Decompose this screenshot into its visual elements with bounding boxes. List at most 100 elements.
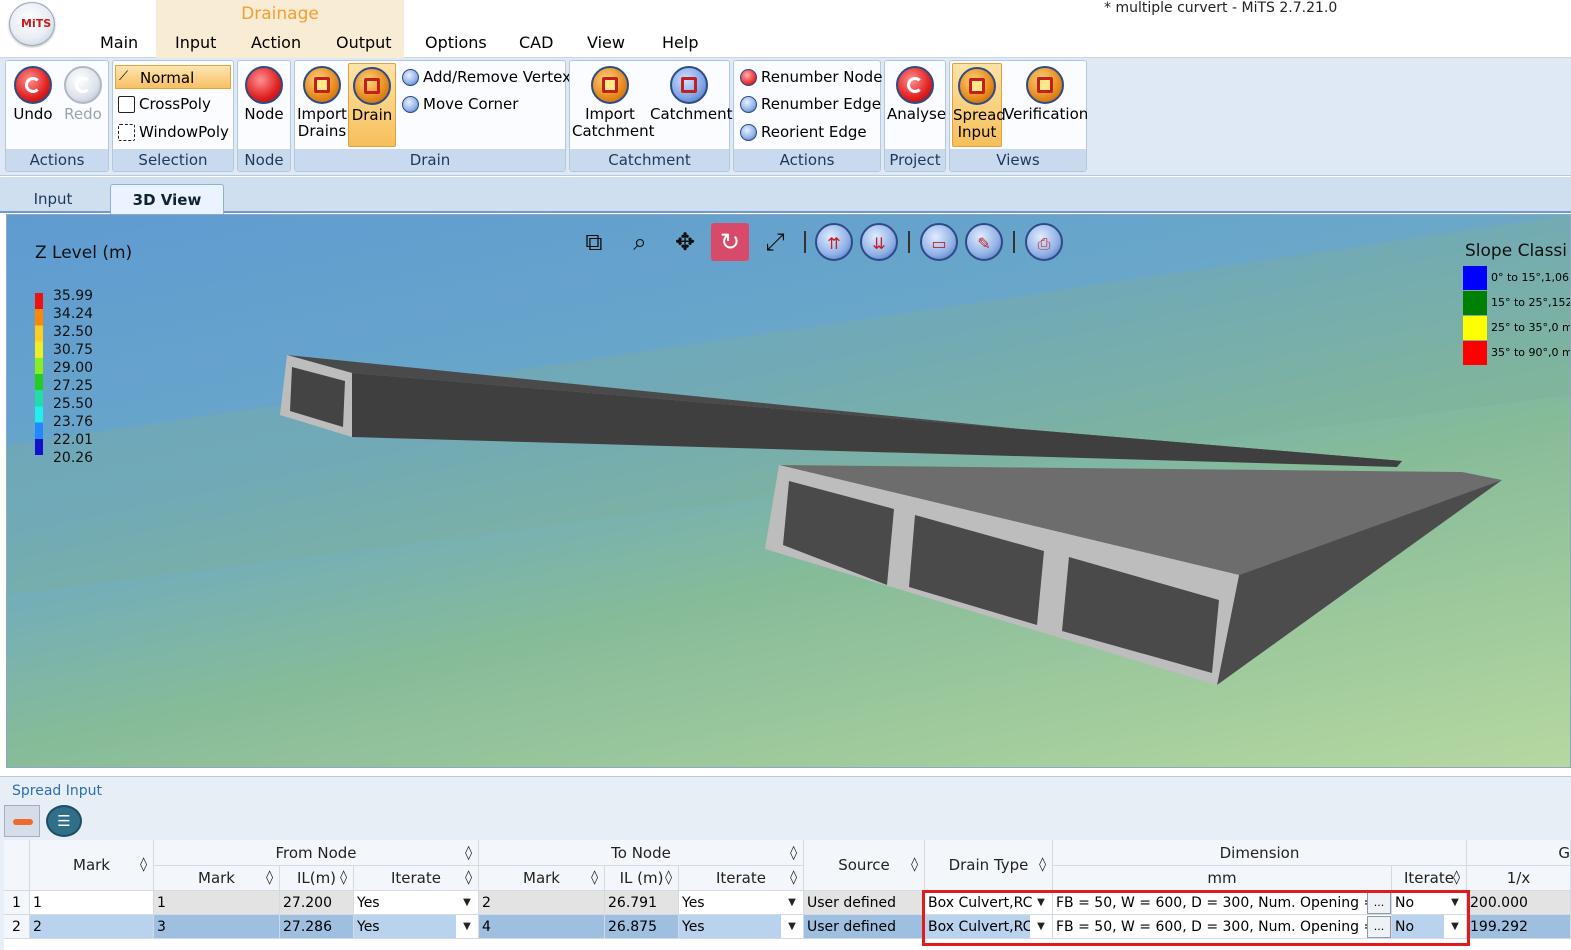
raise-terrain-icon[interactable]: ⇈: [815, 223, 853, 261]
col-header-from-mark[interactable]: Mark ◊: [154, 866, 280, 891]
ellipsis-button[interactable]: ...: [1367, 892, 1391, 914]
group-selection: ⟋ Normal CrossPoly WindowPoly Selection: [112, 60, 234, 172]
col-header-dimension[interactable]: Dimension: [1053, 840, 1467, 866]
col-header-g[interactable]: G: [1467, 840, 1571, 866]
cell-dim-iterate[interactable]: No ▼: [1392, 891, 1467, 915]
cell-drain-type[interactable]: Box Culvert,RC ▼: [925, 915, 1053, 939]
cell-source[interactable]: User defined: [804, 915, 925, 939]
app-logo[interactable]: MiTS: [9, 2, 55, 46]
import-drains-button[interactable]: Import Drains: [297, 63, 347, 147]
catchment-button[interactable]: Catchment: [650, 63, 733, 147]
windowpoly-button[interactable]: WindowPoly: [115, 120, 229, 144]
cell-from-mark[interactable]: 3: [154, 915, 280, 939]
cell-from-iterate[interactable]: Yes ▼: [354, 915, 479, 939]
renumber-node-button[interactable]: Renumber Node: [737, 65, 882, 89]
slope-legend-row: 25° to 35°,0 m: [1463, 316, 1570, 340]
menu-cad[interactable]: CAD: [519, 33, 553, 52]
cell-to-il[interactable]: 26.875: [605, 915, 679, 939]
col-header-source[interactable]: Source ◊: [804, 840, 925, 891]
cell-to-mark[interactable]: 2: [479, 891, 605, 915]
verification-button[interactable]: Verification: [1004, 63, 1088, 147]
dropdown-arrow-icon: ▼: [456, 915, 478, 938]
menu-action[interactable]: Action: [251, 33, 301, 52]
cell-g[interactable]: 199.292: [1467, 915, 1571, 939]
cell-g[interactable]: 200.000: [1467, 891, 1571, 915]
rotate-icon[interactable]: ↻: [711, 223, 749, 261]
ellipsis-button[interactable]: ...: [1367, 916, 1391, 938]
group-label-drain: Drain: [295, 149, 565, 171]
cell-dim-iterate[interactable]: No ▼: [1392, 915, 1467, 939]
add-remove-vertex-button[interactable]: Add/Remove Vertex: [399, 65, 571, 89]
col-header-from-node[interactable]: From Node ◊: [154, 840, 479, 866]
print-view-icon[interactable]: ⎙: [1025, 223, 1063, 261]
redo-button[interactable]: Redo: [59, 63, 107, 147]
row-number[interactable]: 2: [4, 915, 30, 939]
box-view-icon[interactable]: ▭: [920, 223, 958, 261]
col-header-to-node[interactable]: To Node ◊: [479, 840, 804, 866]
col-header-to-iterate[interactable]: Iterate ◊: [679, 866, 804, 891]
cell-dimension[interactable]: FB = 50, W = 600, D = 300, Num. Opening …: [1053, 915, 1392, 939]
row-number[interactable]: 1: [4, 891, 30, 915]
crosspoly-button[interactable]: CrossPoly: [115, 92, 211, 116]
edit-view-icon[interactable]: ✎: [965, 223, 1003, 261]
renumber-edge-button[interactable]: Renumber Edge: [737, 92, 881, 116]
menu-output[interactable]: Output: [336, 33, 392, 52]
tab-3d-view[interactable]: 3D View: [110, 184, 224, 214]
slope-label: 35° to 90°,0 m: [1491, 346, 1571, 359]
remove-row-button[interactable]: [4, 805, 40, 837]
col-header-from-il[interactable]: IL(m) ◊: [280, 866, 354, 891]
z-level-label: 35.99: [53, 288, 94, 304]
lower-terrain-icon[interactable]: ⇊: [860, 223, 898, 261]
menu-view[interactable]: View: [587, 33, 625, 52]
menu-input[interactable]: Input: [175, 33, 216, 52]
col-header-drain-type[interactable]: Drain Type ◊: [925, 840, 1053, 891]
cell-from-iterate[interactable]: Yes ▼: [354, 891, 479, 915]
3d-viewport[interactable]: Z Level (m) 35.99 34.24 32.50 30.75 29.0…: [6, 214, 1571, 768]
col-header-dim-iterate[interactable]: Iterate ◊: [1392, 866, 1467, 891]
col-header-mark[interactable]: Mark ◊: [30, 840, 154, 891]
col-header-from-iterate[interactable]: Iterate ◊: [354, 866, 479, 891]
cell-from-il[interactable]: 27.286: [280, 915, 354, 939]
move-corner-button[interactable]: Move Corner: [399, 92, 518, 116]
reorient-edge-button[interactable]: Reorient Edge: [737, 120, 867, 144]
spread-input-button[interactable]: Spread Input: [952, 63, 1006, 147]
import-catchment-button[interactable]: Import Catchment: [572, 63, 655, 147]
col-header-one-over-x: 1/x: [1467, 866, 1571, 891]
cell-to-iterate[interactable]: Yes ▼: [679, 891, 804, 915]
slope-label: 15° to 25°,152 r: [1491, 296, 1571, 309]
group-label-actions2: Actions: [734, 149, 880, 171]
cell-dimension[interactable]: FB = 50, W = 600, D = 300, Num. Opening …: [1053, 891, 1392, 915]
node-button[interactable]: Node: [240, 63, 288, 147]
cell-mark[interactable]: 1: [30, 891, 154, 915]
cell-drain-type[interactable]: Box Culvert,RC ▼: [925, 891, 1053, 915]
cell-to-mark[interactable]: 4: [479, 915, 605, 939]
zoom-window-icon[interactable]: ⧉: [575, 223, 613, 261]
cell-source[interactable]: User defined: [804, 891, 925, 915]
analyse-button[interactable]: Analyse: [887, 63, 946, 147]
menu-main[interactable]: Main: [100, 33, 138, 52]
import-catchment-label-1: Import: [585, 105, 635, 123]
pan-icon[interactable]: ✥: [666, 223, 704, 261]
drain-button[interactable]: Drain: [348, 63, 396, 147]
menu-options[interactable]: Options: [425, 33, 487, 52]
col-header-to-il[interactable]: IL (m) ◊: [605, 866, 679, 891]
cell-from-mark[interactable]: 1: [154, 891, 280, 915]
verification-icon: [1026, 66, 1064, 104]
move-corner-label: Move Corner: [423, 95, 519, 113]
cell-to-il[interactable]: 26.791: [605, 891, 679, 915]
column-settings-button[interactable]: ☰: [46, 805, 82, 837]
normal-select-button[interactable]: ⟋ Normal: [115, 65, 231, 89]
undo-button[interactable]: Undo: [9, 63, 57, 147]
cell-from-il[interactable]: 27.200: [280, 891, 354, 915]
menu-help[interactable]: Help: [662, 33, 698, 52]
cell-mark[interactable]: 2: [30, 915, 154, 939]
z-level-title: Z Level (m): [35, 243, 133, 263]
group-label-views: Views: [950, 149, 1086, 171]
zoom-icon[interactable]: ⌕: [621, 223, 659, 261]
tab-input[interactable]: Input: [8, 184, 98, 214]
cell-to-iterate[interactable]: Yes ▼: [679, 915, 804, 939]
polygon-icon: [118, 96, 135, 113]
window-polygon-icon: [118, 124, 135, 141]
col-header-to-mark[interactable]: Mark ◊: [479, 866, 605, 891]
zoom-extents-icon[interactable]: ⤢: [756, 223, 794, 261]
